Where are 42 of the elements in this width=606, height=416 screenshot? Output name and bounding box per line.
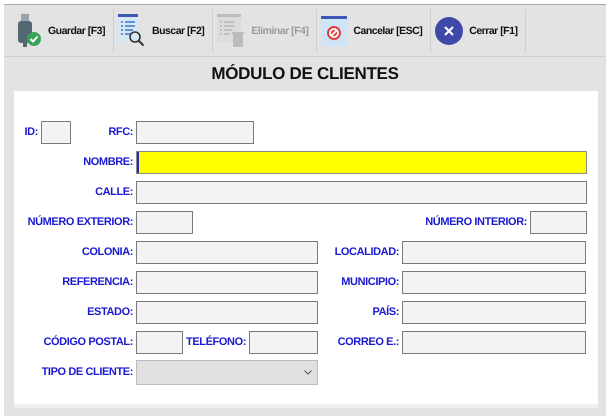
- toolbar-button[interactable]: Cancelar [ESC]: [317, 8, 432, 52]
- text-field[interactable]: [530, 210, 587, 234]
- text-field[interactable]: [136, 210, 193, 234]
- text-field[interactable]: [402, 330, 586, 354]
- toolbar-button[interactable]: Cerrar [F1]: [431, 8, 526, 52]
- field-label: NÚMERO EXTERIOR:: [28, 216, 133, 228]
- field-label: MUNICIPIO:: [341, 276, 399, 288]
- text-field[interactable]: [402, 270, 586, 294]
- text-field[interactable]: [136, 330, 183, 354]
- usb-drive-check-icon: [16, 14, 42, 48]
- text-field[interactable]: [402, 300, 586, 324]
- field-label: RFC:: [108, 126, 133, 138]
- form-title: MÓDULO DE CLIENTES: [211, 64, 399, 84]
- field-label: NÚMERO INTERIOR:: [425, 216, 527, 228]
- field-label: CORREO E.:: [338, 336, 399, 348]
- text-field[interactable]: [136, 180, 587, 204]
- text-field[interactable]: [136, 300, 318, 324]
- field-label: ESTADO:: [87, 306, 133, 318]
- text-field[interactable]: [136, 240, 318, 264]
- list-trash-icon: [217, 14, 246, 48]
- field-label: COLONIA:: [82, 246, 133, 258]
- text-field[interactable]: [402, 240, 586, 264]
- field-label: CALLE:: [95, 186, 133, 198]
- field-label: PAÍS:: [372, 306, 399, 318]
- text-field[interactable]: [41, 120, 71, 144]
- field-label: REFERENCIA:: [62, 276, 133, 288]
- field-label: NOMBRE:: [83, 156, 133, 168]
- field-label: TIPO DE CLIENTE:: [42, 366, 133, 378]
- text-field[interactable]: [136, 150, 587, 174]
- text-field[interactable]: [136, 120, 254, 144]
- field-label: LOCALIDAD:: [334, 246, 399, 258]
- text-field[interactable]: [136, 270, 318, 294]
- window-block-icon: [321, 14, 348, 48]
- text-field[interactable]: [249, 330, 318, 354]
- close-icon: [435, 16, 464, 44]
- field-label: TELÉFONO:: [186, 336, 246, 348]
- field-label: ID:: [24, 126, 38, 138]
- toolbar-button[interactable]: Guardar [F3]: [12, 8, 114, 52]
- chevron-down-icon: [304, 370, 312, 374]
- field-label: CÓDIGO POSTAL:: [43, 336, 133, 348]
- toolbar-button[interactable]: Buscar [F2]: [114, 8, 214, 52]
- list-magnifier-icon: [118, 14, 146, 48]
